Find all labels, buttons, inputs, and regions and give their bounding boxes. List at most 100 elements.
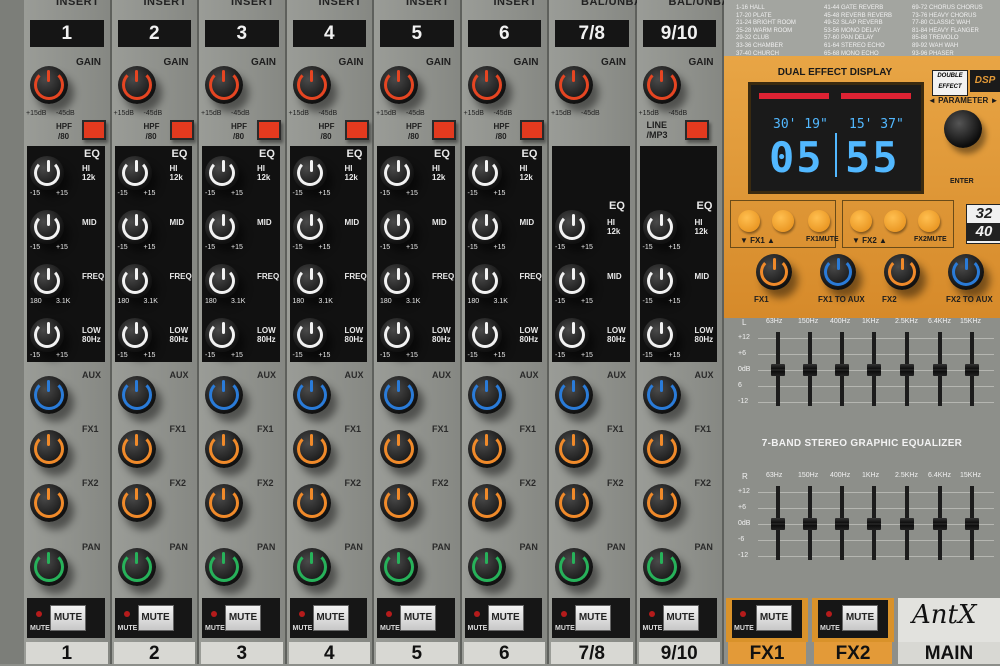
fx1-knob-ch3[interactable] bbox=[205, 430, 243, 468]
mute-button-ch1[interactable]: MUTE bbox=[50, 605, 86, 631]
geq-fader-right-3[interactable] bbox=[835, 518, 849, 530]
hpf-button-ch6[interactable] bbox=[519, 120, 544, 140]
fx2-knob-ch78[interactable] bbox=[555, 484, 593, 522]
fx2-up-button[interactable] bbox=[884, 210, 906, 232]
eq-low-knob-ch1[interactable] bbox=[30, 318, 64, 352]
hpf-button-ch3[interactable] bbox=[257, 120, 281, 140]
fx1-knob-ch78[interactable] bbox=[555, 430, 593, 468]
pan-knob-ch1[interactable] bbox=[30, 548, 68, 586]
fx1-knob-ch910[interactable] bbox=[642, 430, 681, 468]
eq-freq-knob-ch3[interactable] bbox=[205, 264, 239, 298]
geq-fader-left-4[interactable] bbox=[867, 364, 881, 376]
eq-low-knob-ch6[interactable] bbox=[467, 318, 502, 352]
fx2-mute-button[interactable] bbox=[918, 210, 940, 232]
aux-knob-ch910[interactable] bbox=[642, 376, 681, 414]
fx1-down-button[interactable] bbox=[738, 210, 760, 232]
aux-knob-ch4[interactable] bbox=[292, 376, 331, 414]
eq-freq-knob-ch2[interactable] bbox=[117, 264, 152, 298]
mute-button-ch3[interactable]: MUTE bbox=[225, 605, 261, 631]
eq-hi-knob-ch2[interactable] bbox=[117, 156, 152, 190]
fx2-knob-ch910[interactable] bbox=[642, 484, 681, 522]
mute-button-ch6[interactable]: MUTE bbox=[487, 605, 524, 631]
fx2-knob-ch6[interactable] bbox=[467, 484, 506, 522]
eq-low-knob-ch2[interactable] bbox=[117, 318, 152, 352]
gain-knob-ch3[interactable] bbox=[205, 66, 243, 104]
fx1-knob-ch6[interactable] bbox=[467, 430, 506, 468]
fx2-to-aux-knob[interactable] bbox=[948, 254, 984, 290]
fx2-knob[interactable] bbox=[884, 254, 920, 290]
line-mp3-button[interactable] bbox=[684, 120, 709, 140]
gain-knob-ch5[interactable] bbox=[380, 66, 418, 104]
eq-hi-knob-ch1[interactable] bbox=[30, 156, 64, 190]
geq-fader-right-7[interactable] bbox=[965, 518, 979, 530]
pan-knob-ch5[interactable] bbox=[380, 548, 418, 586]
aux-knob-ch3[interactable] bbox=[205, 376, 243, 414]
gain-knob-ch6[interactable] bbox=[467, 66, 506, 104]
eq-low-knob-ch4[interactable] bbox=[292, 318, 327, 352]
gain-knob-ch1[interactable] bbox=[30, 66, 68, 104]
geq-fader-right-6[interactable] bbox=[933, 518, 947, 530]
eq-hi-knob-ch4[interactable] bbox=[292, 156, 327, 190]
mute-button-ch2[interactable]: MUTE bbox=[137, 605, 174, 631]
eq-low-knob-ch5[interactable] bbox=[380, 318, 414, 352]
aux-knob-ch5[interactable] bbox=[380, 376, 418, 414]
eq-hi-knob-ch3[interactable] bbox=[205, 156, 239, 190]
fx1-knob-ch5[interactable] bbox=[380, 430, 418, 468]
geq-fader-left-2[interactable] bbox=[803, 364, 817, 376]
hpf-button-ch4[interactable] bbox=[344, 120, 369, 140]
fx1-knob-ch1[interactable] bbox=[30, 430, 68, 468]
pan-knob-ch910[interactable] bbox=[642, 548, 681, 586]
geq-fader-right-1[interactable] bbox=[771, 518, 785, 530]
fx1-mute-button[interactable] bbox=[808, 210, 830, 232]
hpf-button-ch2[interactable] bbox=[169, 120, 194, 140]
pan-knob-ch3[interactable] bbox=[205, 548, 243, 586]
aux-knob-ch2[interactable] bbox=[117, 376, 156, 414]
aux-knob-ch78[interactable] bbox=[555, 376, 593, 414]
eq-hi-knob-ch6[interactable] bbox=[467, 156, 502, 190]
pan-knob-ch6[interactable] bbox=[467, 548, 506, 586]
fx1-to-aux-knob[interactable] bbox=[820, 254, 856, 290]
eq-freq-knob-ch4[interactable] bbox=[292, 264, 327, 298]
eq-mid-knob-ch78[interactable] bbox=[555, 264, 589, 298]
eq-hi-knob-ch78[interactable] bbox=[555, 210, 589, 244]
gain-knob-ch910[interactable] bbox=[642, 66, 681, 104]
mute-button-ch5[interactable]: MUTE bbox=[400, 605, 436, 631]
hpf-button-ch5[interactable] bbox=[432, 120, 456, 140]
eq-mid-knob-ch4[interactable] bbox=[292, 210, 327, 244]
fx1-up-button[interactable] bbox=[772, 210, 794, 232]
gain-knob-ch78[interactable] bbox=[555, 66, 593, 104]
eq-mid-knob-ch1[interactable] bbox=[30, 210, 64, 244]
fx2-mute-button[interactable]: MUTE bbox=[842, 605, 878, 631]
gain-knob-ch4[interactable] bbox=[292, 66, 331, 104]
eq-mid-knob-ch3[interactable] bbox=[205, 210, 239, 244]
enter-encoder-knob[interactable] bbox=[944, 110, 982, 148]
eq-low-knob-ch3[interactable] bbox=[205, 318, 239, 352]
geq-fader-right-5[interactable] bbox=[900, 518, 914, 530]
gain-knob-ch2[interactable] bbox=[117, 66, 156, 104]
eq-hi-knob-ch910[interactable] bbox=[642, 210, 677, 244]
eq-mid-knob-ch2[interactable] bbox=[117, 210, 152, 244]
eq-mid-knob-ch5[interactable] bbox=[380, 210, 414, 244]
mute-button-ch4[interactable]: MUTE bbox=[312, 605, 349, 631]
geq-fader-left-3[interactable] bbox=[835, 364, 849, 376]
fx2-down-button[interactable] bbox=[850, 210, 872, 232]
fx2-knob-ch4[interactable] bbox=[292, 484, 331, 522]
fx2-knob-ch3[interactable] bbox=[205, 484, 243, 522]
geq-fader-left-5[interactable] bbox=[900, 364, 914, 376]
eq-low-knob-ch910[interactable] bbox=[642, 318, 677, 352]
eq-freq-knob-ch6[interactable] bbox=[467, 264, 502, 298]
aux-knob-ch6[interactable] bbox=[467, 376, 506, 414]
hpf-button-ch1[interactable] bbox=[82, 120, 106, 140]
geq-fader-left-1[interactable] bbox=[771, 364, 785, 376]
eq-low-knob-ch78[interactable] bbox=[555, 318, 589, 352]
fx1-knob-ch2[interactable] bbox=[117, 430, 156, 468]
geq-fader-left-7[interactable] bbox=[965, 364, 979, 376]
aux-knob-ch1[interactable] bbox=[30, 376, 68, 414]
fx2-knob-ch5[interactable] bbox=[380, 484, 418, 522]
pan-knob-ch78[interactable] bbox=[555, 548, 593, 586]
mute-button-ch78[interactable]: MUTE bbox=[575, 605, 611, 631]
geq-fader-right-2[interactable] bbox=[803, 518, 817, 530]
eq-mid-knob-ch910[interactable] bbox=[642, 264, 677, 298]
mute-button-ch910[interactable]: MUTE bbox=[662, 605, 699, 631]
pan-knob-ch4[interactable] bbox=[292, 548, 331, 586]
